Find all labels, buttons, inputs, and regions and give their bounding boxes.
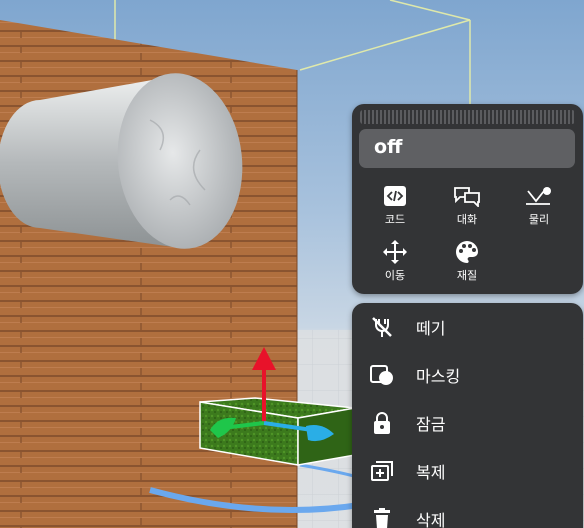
move-button[interactable]: 이동 — [360, 238, 430, 288]
lock-menu-item[interactable]: 잠금 — [352, 400, 583, 446]
detach-icon — [368, 313, 396, 341]
action-menu: 떼기 마스킹 잠금 복제 삭제 — [352, 303, 583, 528]
duplicate-label: 복제 — [416, 463, 446, 482]
code-label: 코드 — [384, 213, 406, 226]
detach-menu-item[interactable]: 떼기 — [352, 304, 583, 350]
chat-icon — [452, 182, 482, 210]
duplicate-icon — [368, 457, 396, 485]
trash-icon — [368, 505, 396, 528]
material-button[interactable]: 재질 — [432, 238, 502, 288]
code-icon — [380, 182, 410, 210]
move-icon — [380, 238, 410, 266]
delete-label: 삭제 — [416, 511, 446, 528]
3d-viewport[interactable]: off 코드 대화 물리 이동 재질 떼기 마스킹 잠금 복제 삭제 — [0, 0, 584, 528]
move-label: 이동 — [384, 269, 406, 282]
code-button[interactable]: 코드 — [360, 182, 430, 232]
lock-icon — [368, 409, 396, 437]
masking-label: 마스킹 — [416, 367, 461, 386]
physics-label: 물리 — [528, 213, 550, 226]
delete-menu-item[interactable]: 삭제 — [352, 496, 583, 528]
chat-button[interactable]: 대화 — [432, 182, 502, 232]
physics-button[interactable]: 물리 — [504, 182, 574, 232]
palette-icon — [452, 238, 482, 266]
masking-menu-item[interactable]: 마스킹 — [352, 352, 583, 398]
panel-drag-handle[interactable] — [360, 110, 575, 124]
detach-label: 떼기 — [416, 319, 446, 338]
duplicate-menu-item[interactable]: 복제 — [352, 448, 583, 494]
lock-label: 잠금 — [416, 415, 446, 434]
physics-icon — [524, 182, 554, 210]
object-name-field[interactable]: off — [359, 129, 575, 168]
chat-label: 대화 — [456, 213, 478, 226]
material-label: 재질 — [456, 269, 478, 282]
masking-icon — [368, 361, 396, 389]
object-panel: off 코드 대화 물리 이동 재질 — [352, 104, 583, 294]
